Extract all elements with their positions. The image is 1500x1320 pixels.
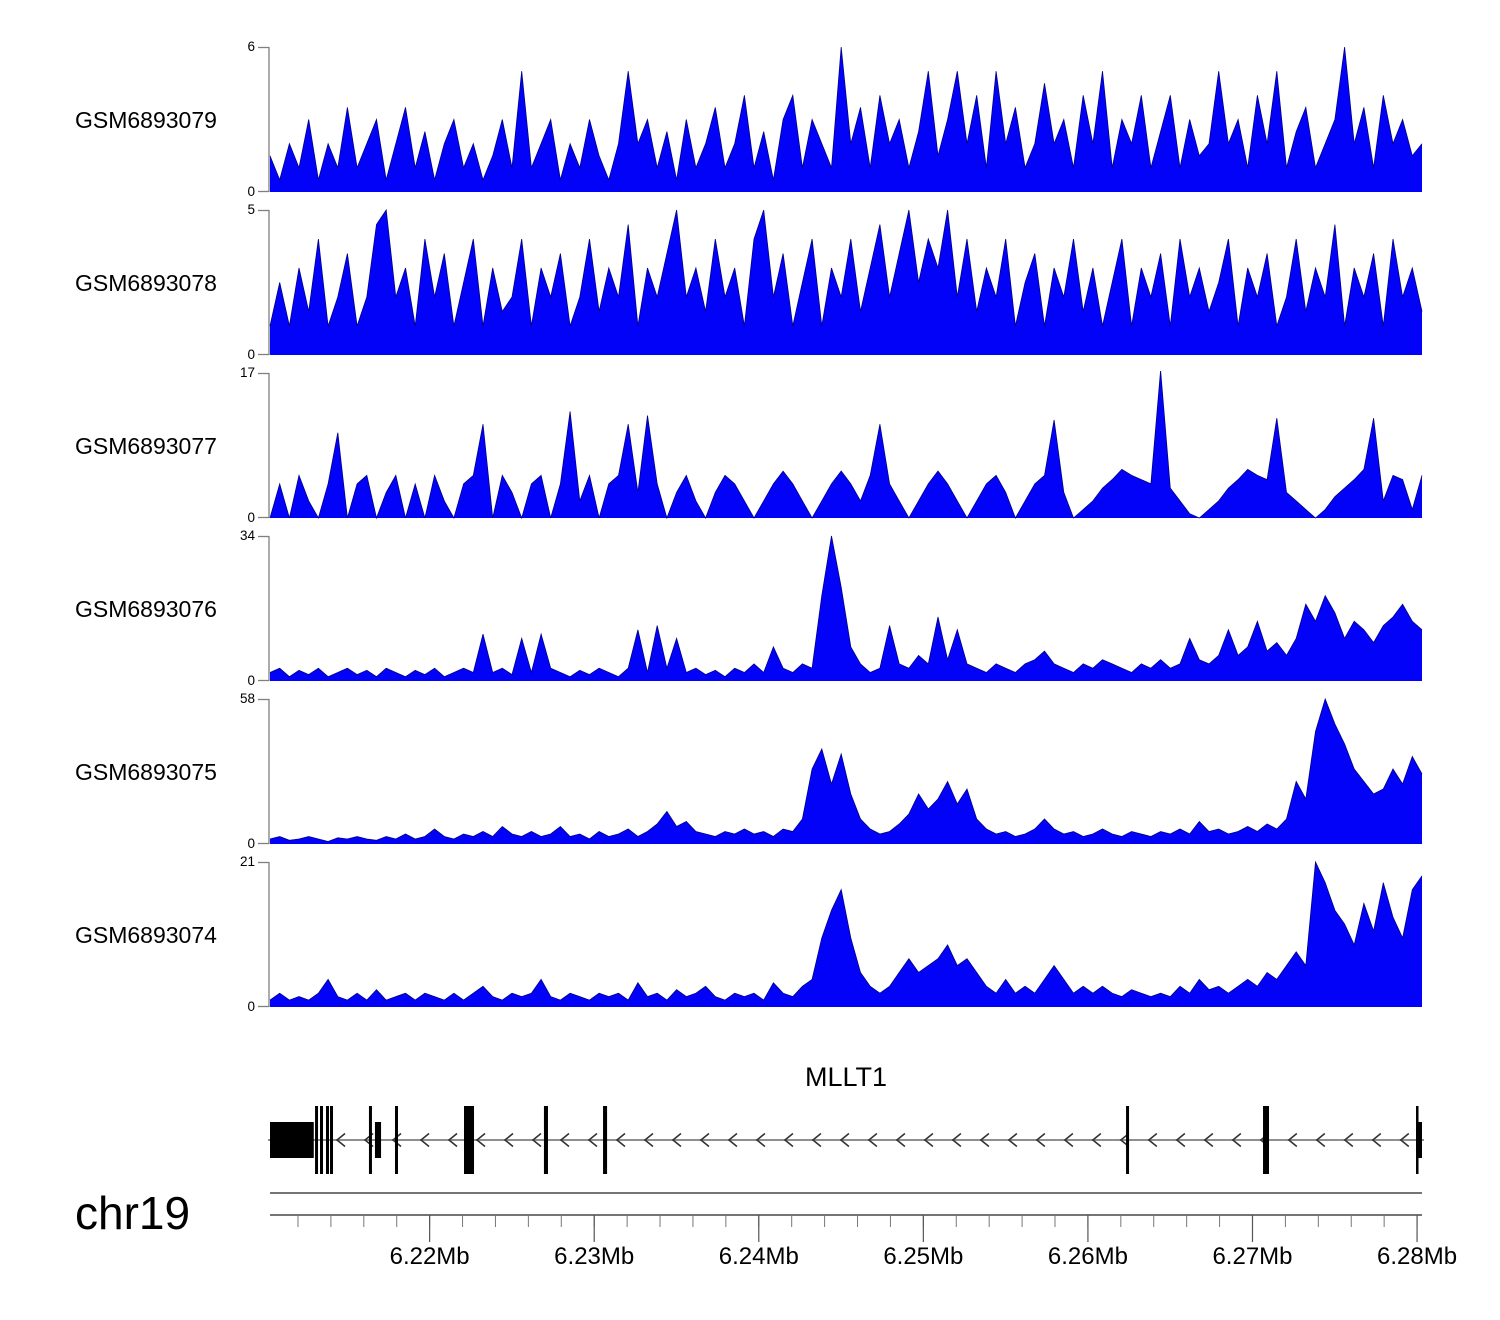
gene-title: MLLT1 [270,1062,1422,1093]
axis-tick-label: 6.28Mb [1377,1243,1457,1270]
exon-box [270,1122,314,1158]
genome-axis: 6.22Mb 6.23Mb 6.24Mb 6.25Mb 6.26Mb 6.27Mb 6.28… [0,1185,1500,1285]
axis-tick-label: 6.27Mb [1212,1243,1292,1270]
axis-tick-label: 6.24Mb [719,1243,799,1270]
coverage-track-plot [225,860,1425,1010]
exon-tall [369,1106,372,1174]
axis-tick-label: 6.23Mb [554,1243,634,1270]
axis-tick-label: 6.26Mb [1048,1243,1128,1270]
exon-tall [603,1106,607,1174]
exon-tall [544,1106,548,1174]
exon-tall [395,1106,398,1174]
gene-model-track [0,1100,1500,1186]
exon-tall [326,1106,329,1174]
coverage-track-plot [225,697,1425,847]
coverage-area [270,862,1422,1007]
genome-browser-plot: MLLT1 chr19 GSM689307960GSM689307850GSM6… [0,0,1500,1320]
coverage-track-plot [225,45,1425,195]
exon-box [375,1122,381,1158]
exon-tall [1126,1106,1129,1174]
coverage-area [270,210,1422,355]
axis-tick-label: 6.22Mb [390,1243,470,1270]
coverage-track-plot [225,534,1425,684]
coverage-track-plot [225,208,1425,358]
exon-tall [320,1106,323,1174]
coverage-area [270,47,1422,192]
exon-tall [330,1106,333,1174]
coverage-track-plot [225,371,1425,521]
exon-box [1418,1122,1422,1158]
coverage-area [270,536,1422,681]
coverage-area [270,699,1422,844]
axis-tick-label: 6.25Mb [883,1243,963,1270]
exon-tall [315,1106,318,1174]
exon-tall [1263,1106,1269,1174]
exon-tall [464,1106,474,1174]
